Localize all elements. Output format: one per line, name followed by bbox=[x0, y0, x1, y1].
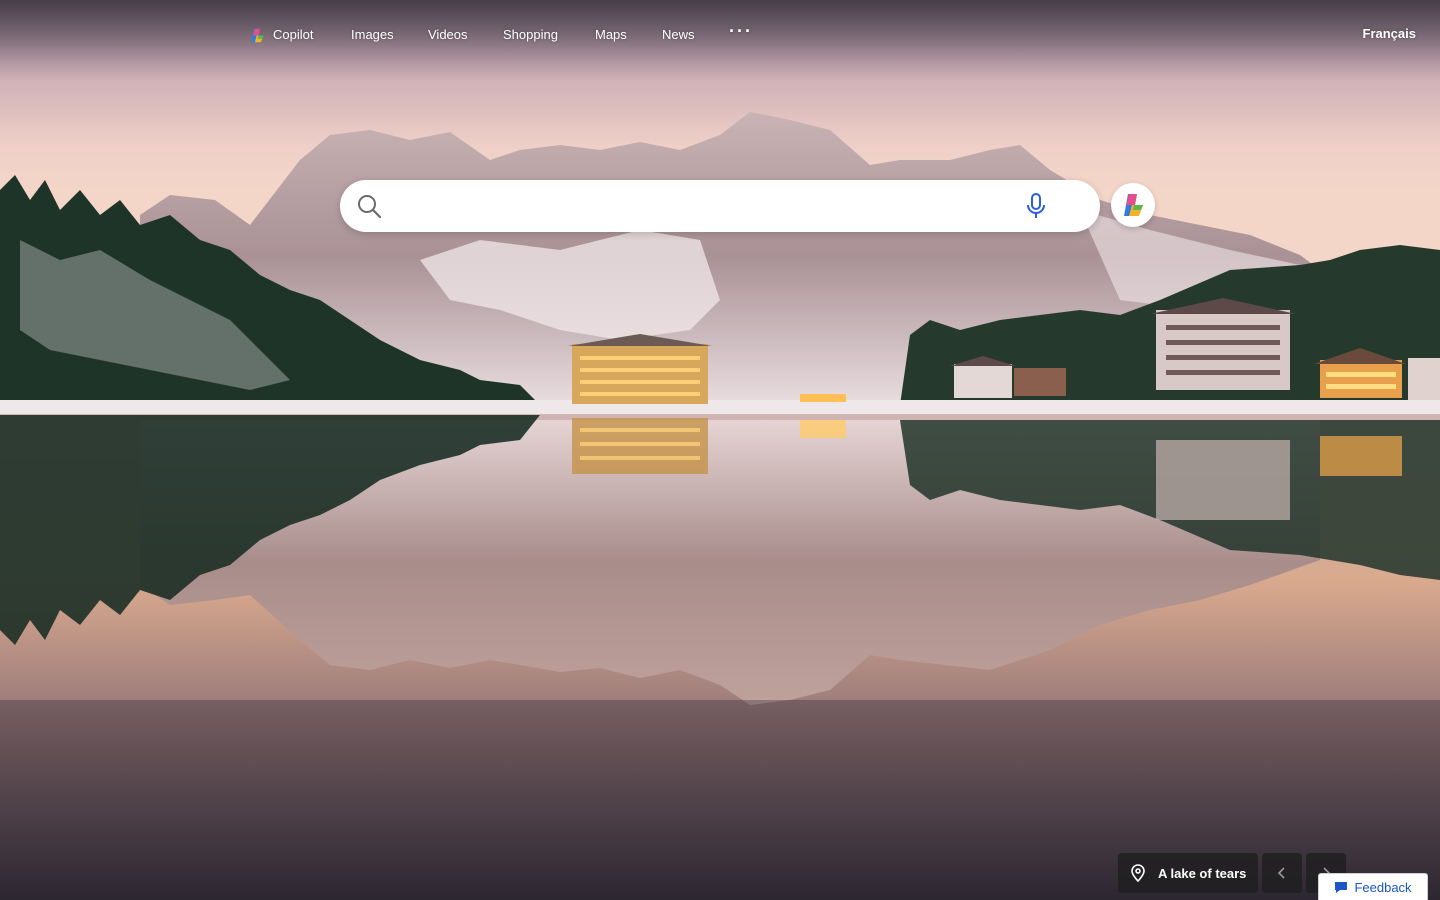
chat-bubble-icon bbox=[1335, 881, 1348, 893]
search-bar bbox=[340, 180, 1100, 232]
nav-item-copilot[interactable]: Copilot bbox=[249, 26, 313, 44]
wallpaper-caption-text: A lake of tears bbox=[1158, 865, 1247, 881]
copilot-logo-icon bbox=[1124, 194, 1143, 216]
top-navigation: Copilot Images Videos Shopping Maps News… bbox=[0, 0, 1440, 68]
copilot-logo-icon bbox=[251, 28, 264, 42]
nav-item-label: Copilot bbox=[273, 27, 314, 42]
copilot-button[interactable] bbox=[1111, 183, 1155, 227]
feedback-label: Feedback bbox=[1354, 879, 1412, 895]
background-wallpaper bbox=[0, 0, 1440, 900]
feedback-button[interactable]: Feedback bbox=[1318, 873, 1428, 900]
previous-wallpaper-button[interactable] bbox=[1262, 853, 1302, 893]
nav-item-news[interactable]: News bbox=[662, 26, 695, 44]
more-menu-button[interactable]: ··· bbox=[729, 22, 753, 40]
language-switch-link[interactable]: Français bbox=[1363, 26, 1416, 41]
hotel-building bbox=[568, 334, 712, 474]
wallpaper-caption-button[interactable]: A lake of tears bbox=[1118, 853, 1258, 893]
nav-item-maps[interactable]: Maps bbox=[595, 26, 627, 44]
microphone-icon[interactable] bbox=[1024, 192, 1048, 220]
nav-item-images[interactable]: Images bbox=[351, 26, 394, 44]
location-pin-icon bbox=[1131, 864, 1145, 882]
magnifier-icon[interactable] bbox=[356, 193, 382, 219]
nav-item-shopping[interactable]: Shopping bbox=[503, 26, 558, 44]
search-input[interactable] bbox=[392, 188, 1016, 226]
chevron-left-icon bbox=[1277, 867, 1285, 879]
nav-item-videos[interactable]: Videos bbox=[428, 26, 468, 44]
